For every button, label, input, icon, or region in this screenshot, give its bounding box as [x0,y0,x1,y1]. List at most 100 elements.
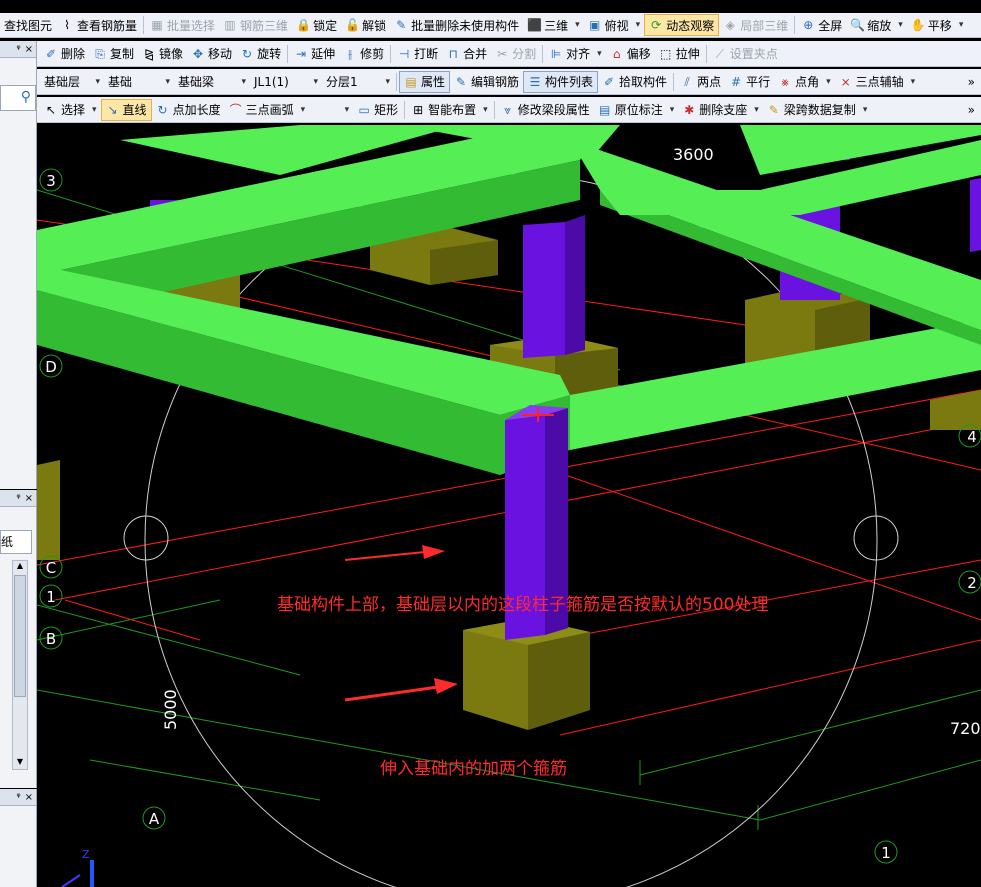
rectangle-button[interactable]: ▭ 矩形 [353,99,402,121]
axis-label: A [149,810,160,828]
draw-toolbar: ↖ 选择 ▾ ↘ 直线 ↻ 点加长度 ⌒ 三点画弧 ▾ ▾ ▭ 矩形 ⊞ 智能布置 ▾ ⩔ 修改梁段… [0,97,981,123]
delete-support-icon: ✱ [684,102,695,117]
toolbar-separator [143,16,145,34]
batch-delete-icon: ✎ [396,18,407,32]
unlock-button[interactable]: 🔓 解锁 [341,14,390,36]
chevron-down-icon: ▾ [862,104,868,115]
mirror-button[interactable]: ⧎ 镜像 [138,43,187,65]
offset-icon: ⌂ [612,46,621,61]
view-rebar-amount-button[interactable]: ⌇ 查看钢筋量 [56,14,141,36]
merge-button[interactable]: ⊓ 合并 [442,43,491,65]
set-grip-button[interactable]: ⟋ 设置夹点 [709,43,782,65]
rebar-3d-button[interactable]: ▥ 钢筋三维 [219,14,292,36]
parallel-button[interactable]: # 平行 [725,71,774,93]
3d-view-button[interactable]: ⬛ 三维 ▾ [523,14,584,36]
chevron-down-icon: ▾ [483,104,488,115]
search-box[interactable]: ⚲ [0,85,36,111]
scroll-up-arrow[interactable]: ▲ [13,561,27,573]
copy-button[interactable]: ⎘ 复制 [89,43,138,65]
partial-3d-button[interactable]: ◈ 局部三维 [719,14,792,36]
properties-button[interactable]: ▤ 属性 [399,70,451,93]
modify-beam-props-button[interactable]: ⩔ 修改梁段属性 [497,99,594,121]
edit-rebar-button[interactable]: ✎ 编辑钢筋 [450,71,523,93]
two-points-button[interactable]: ⫽ 两点 [676,71,725,93]
panel-tab[interactable]: 纸 [0,530,32,554]
more-chevron-icon[interactable]: » [968,75,975,89]
chevron-down-icon: ▾ [165,76,170,87]
offset-button[interactable]: ⌂ 偏移 [606,43,655,65]
axis-label: B [46,630,56,648]
dimension-label: 720 [950,719,981,738]
column-middle[interactable] [523,215,585,358]
batch-select-button[interactable]: ▦ 批量选择 [146,14,219,36]
batch-delete-unused-button[interactable]: ✎ 批量删除未使用构件 [390,14,523,36]
rotate-button[interactable]: ↻ 旋转 [236,43,285,65]
move-button[interactable]: ✥ 移动 [187,43,236,65]
more-chevron-icon[interactable]: » [968,103,975,117]
stretch-button[interactable]: ⬚ 拉伸 [655,43,704,65]
component-list-button[interactable]: ☰ 构件列表 [523,70,599,93]
split-button[interactable]: ✂ 分割 [491,43,540,65]
delete-icon: ✐ [45,46,57,61]
trim-icon: ⫲ [348,46,353,61]
pan-button[interactable]: ✋ 平移 ▾ [907,14,968,36]
point-angle-icon: ⨳ [781,74,789,89]
close-icon[interactable]: × [25,44,33,55]
layer-select[interactable]: 分层1 ▾ [322,72,394,92]
break-button[interactable]: ⊣ 打断 [393,43,442,65]
find-element-button[interactable]: 查找图元 [0,14,56,36]
left-panel-middle: ᵠ × 纸 ▲ ▼ [0,490,37,788]
label-icon: ▤ [599,102,611,117]
toolbar-separator [542,44,544,63]
trim-button[interactable]: ⫲ 修剪 [339,43,388,65]
lock-button[interactable]: 🔒 锁定 [292,14,341,36]
zoom-button[interactable]: 🔍 缩放 ▾ [846,14,907,36]
top-view-button[interactable]: ▣ 俯视 ▾ [584,14,645,36]
close-icon[interactable]: × [25,493,33,504]
fullscreen-button[interactable]: ⊕ 全屏 [797,14,846,36]
rectangle-icon: ▭ [358,102,370,117]
category-select[interactable]: 基础 ▾ [104,72,174,92]
toolbar-separator [404,100,406,119]
select-button[interactable]: ↖ 选择 ▾ [40,99,101,121]
scroll-thumb[interactable] [14,575,26,697]
line-button[interactable]: ↘ 直线 [100,98,152,121]
delete-button[interactable]: ✐ 删除 [40,43,89,65]
rebar-3d-icon: ▥ [224,18,236,32]
dimension-label: 3600 [673,145,714,164]
delete-support-button[interactable]: ✱ 删除支座 ▾ [678,99,763,121]
arc-icon: ⌒ [229,102,242,117]
pin-icon[interactable]: ᵠ [16,792,20,803]
parallel-icon: # [731,74,742,89]
three-point-arc-button[interactable]: ⌒ 三点画弧 ▾ [225,99,310,121]
beam-props-icon: ⩔ [504,102,512,117]
extend-button[interactable]: ⇥ 延伸 [290,43,339,65]
axis-label: C [46,559,56,577]
dynamic-orbit-button[interactable]: ⟳ 动态观察 [644,14,720,36]
draw-mode-dropdown[interactable]: ▾ [309,100,353,120]
in-situ-label-button[interactable]: ▤ 原位标注 ▾ [594,99,679,121]
point-length-icon: ↻ [157,102,168,117]
element-type-select[interactable]: 基础梁 ▾ [174,72,250,92]
point-length-button[interactable]: ↻ 点加长度 [152,99,225,121]
pin-icon[interactable]: ᵠ [16,493,20,504]
copy-beam-data-button[interactable]: ✎ 梁跨数据复制 ▾ [763,99,872,121]
vertical-scrollbar[interactable]: ▲ ▼ [12,560,28,770]
top-view-icon: ▣ [588,18,601,32]
pin-icon[interactable]: ᵠ [16,44,20,55]
chevron-down-icon: ▾ [385,76,390,87]
align-button[interactable]: ⊫ 对齐 ▾ [545,43,606,65]
left-panel-top: ᵠ × ⚲ [0,41,37,489]
chevron-down-icon: ▾ [92,104,97,115]
edit-toolbar: ✐ 删除 ⎘ 复制 ⧎ 镜像 ✥ 移动 ↻ 旋转 ⇥ 延伸 ⫲ 修剪 ⊣ 打断 ⊓ 合并 ✂ 分割 … [0,41,981,67]
smart-layout-button[interactable]: ⊞ 智能布置 ▾ [407,99,492,121]
panel-title-bar: ᵠ × [0,490,36,507]
pick-component-button[interactable]: ✐ 拾取构件 [598,71,671,93]
point-angle-button[interactable]: ⨳ 点角 ▾ [774,71,835,93]
floor-select[interactable]: 基础层 ▾ [40,72,104,92]
scroll-down-arrow[interactable]: ▼ [13,757,27,769]
three-point-aux-button[interactable]: ⨯ 三点辅轴 ▾ [835,71,920,93]
element-select[interactable]: JL1(1) ▾ [250,72,322,92]
chevron-down-icon: ▾ [575,20,580,30]
close-icon[interactable]: × [25,792,33,803]
